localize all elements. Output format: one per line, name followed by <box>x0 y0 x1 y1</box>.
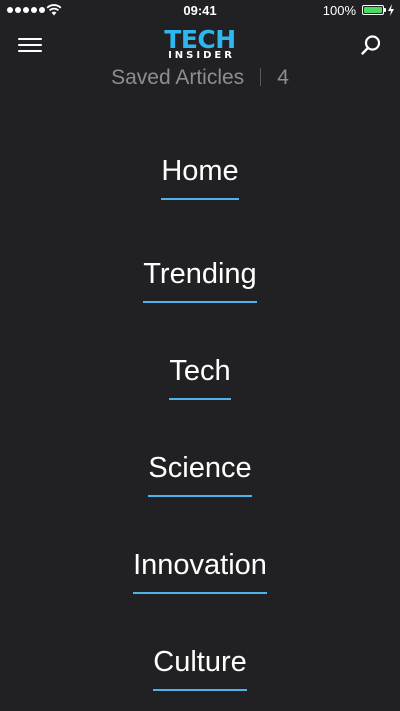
saved-articles-label: Saved Articles <box>111 66 245 89</box>
nav-item-innovation: Innovation <box>0 549 400 610</box>
battery-percentage: 100% <box>322 3 356 18</box>
saved-articles-row[interactable]: Saved Articles 4 <box>0 66 400 90</box>
logo-wordmark-insider: INSIDER <box>168 50 235 61</box>
nav-link-trending[interactable]: Trending <box>143 258 257 303</box>
status-bar: 09:41 100% <box>0 0 400 22</box>
app-screen: 09:41 100% TECH INSIDER Saved Articles 4 … <box>0 0 400 711</box>
battery-icon <box>362 5 386 15</box>
nav-link-tech[interactable]: Tech <box>169 355 231 400</box>
nav-link-home[interactable]: Home <box>161 155 239 200</box>
nav-item-trending: Trending <box>0 258 400 319</box>
nav-link-science[interactable]: Science <box>148 452 252 497</box>
nav-item-culture: Culture <box>0 646 400 707</box>
divider <box>260 68 262 86</box>
logo-wordmark-tech: TECH <box>164 25 236 54</box>
nav-item-tech: Tech <box>0 355 400 416</box>
saved-articles-count: 4 <box>277 66 289 89</box>
tech-insider-logo[interactable]: TECH INSIDER <box>0 27 400 61</box>
nav-item-home: Home <box>0 155 400 216</box>
nav-item-science: Science <box>0 452 400 513</box>
nav-link-innovation[interactable]: Innovation <box>133 549 267 594</box>
charging-bolt-icon <box>388 4 394 16</box>
nav-link-culture[interactable]: Culture <box>153 646 247 691</box>
search-icon[interactable] <box>360 34 382 56</box>
